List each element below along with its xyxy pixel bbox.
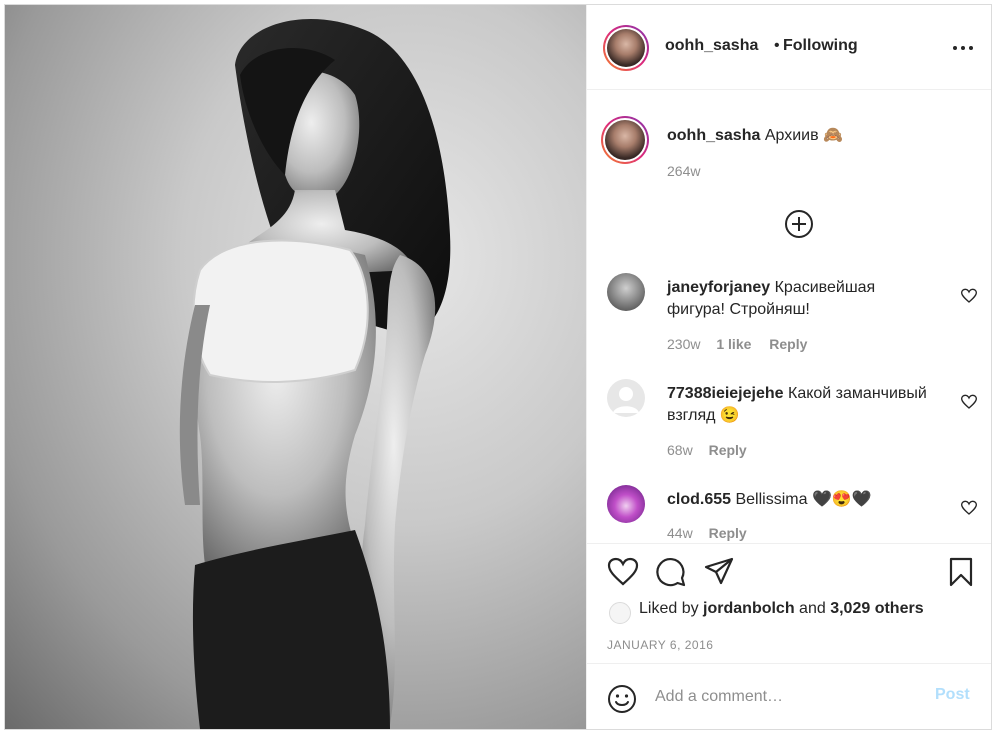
- comment-avatar-default[interactable]: [607, 379, 645, 417]
- caption: oohh_sasha Архиив 🙈: [667, 125, 843, 145]
- comment-time[interactable]: 68w: [667, 442, 693, 458]
- post-header: oohh_sasha • Following: [587, 5, 991, 90]
- likes-prefix: Liked by: [639, 600, 704, 617]
- comment-meta: 230w 1 like Reply: [667, 336, 807, 352]
- follow-status-button[interactable]: Following: [783, 37, 858, 55]
- comment-meta: 44w Reply: [667, 525, 747, 541]
- post-sidebar: oohh_sasha • Following oohh_sasha Архиив…: [586, 5, 991, 729]
- comment-username[interactable]: clod.655: [667, 491, 731, 508]
- heart-icon[interactable]: [961, 288, 977, 304]
- caption-username[interactable]: oohh_sasha: [667, 127, 760, 144]
- comment-username[interactable]: 77388ieiejejehe: [667, 385, 784, 402]
- comment-body: clod.655 Bellissima 🖤😍🖤: [667, 489, 937, 511]
- comment-time[interactable]: 44w: [667, 525, 693, 541]
- more-options-icon[interactable]: [951, 37, 975, 57]
- plus-circle-icon[interactable]: [784, 209, 814, 239]
- comment-meta: 68w Reply: [667, 442, 747, 458]
- post-date[interactable]: JANUARY 6, 2016: [607, 638, 713, 652]
- post-modal: oohh_sasha • Following oohh_sasha Архиив…: [4, 4, 992, 730]
- header-separator: •: [774, 37, 780, 54]
- smiley-icon[interactable]: [607, 684, 637, 714]
- caption-avatar[interactable]: [601, 116, 649, 164]
- reply-button[interactable]: Reply: [709, 442, 747, 458]
- likes-middle: and: [794, 600, 831, 617]
- likes-summary: Liked by jordanbolch and 3,029 others: [639, 600, 924, 618]
- share-icon[interactable]: [703, 556, 735, 588]
- comment-username[interactable]: janeyforjaney: [667, 279, 770, 296]
- author-username[interactable]: oohh_sasha: [665, 37, 758, 55]
- heart-icon[interactable]: [961, 394, 977, 410]
- liker-avatar[interactable]: [609, 602, 631, 624]
- photo-illustration: [179, 18, 451, 729]
- heart-icon[interactable]: [607, 556, 639, 588]
- post-comment-button[interactable]: Post: [935, 686, 970, 704]
- comment-avatar[interactable]: [607, 485, 645, 523]
- caption-text: Архиив 🙈: [764, 127, 843, 144]
- comment-text: Bellissima 🖤😍🖤: [735, 491, 872, 508]
- comment-body: janeyforjaney Красивейшая фигура! Стройн…: [667, 277, 937, 321]
- heart-icon[interactable]: [961, 500, 977, 516]
- post-photo[interactable]: [5, 5, 586, 729]
- comments-list[interactable]: oohh_sasha Архиив 🙈 264w janeyforjaney К…: [587, 91, 991, 543]
- reply-button[interactable]: Reply: [769, 336, 807, 352]
- liker-username[interactable]: jordanbolch: [703, 600, 795, 617]
- reply-button[interactable]: Reply: [709, 525, 747, 541]
- bookmark-icon[interactable]: [945, 556, 977, 588]
- comment-likes[interactable]: 1 like: [716, 336, 751, 352]
- author-avatar[interactable]: [603, 25, 649, 71]
- comment-avatar[interactable]: [607, 273, 645, 311]
- caption-time[interactable]: 264w: [667, 163, 700, 179]
- likes-count[interactable]: 3,029 others: [830, 600, 923, 617]
- comment-time[interactable]: 230w: [667, 336, 700, 352]
- post-actions: Liked by jordanbolch and 3,029 others JA…: [587, 543, 991, 663]
- comment-body: 77388ieiejejehe Какой заманчивый взгляд …: [667, 383, 937, 427]
- comment-input[interactable]: [655, 685, 915, 709]
- add-comment-bar: Post: [587, 663, 991, 729]
- comment-icon[interactable]: [655, 556, 687, 588]
